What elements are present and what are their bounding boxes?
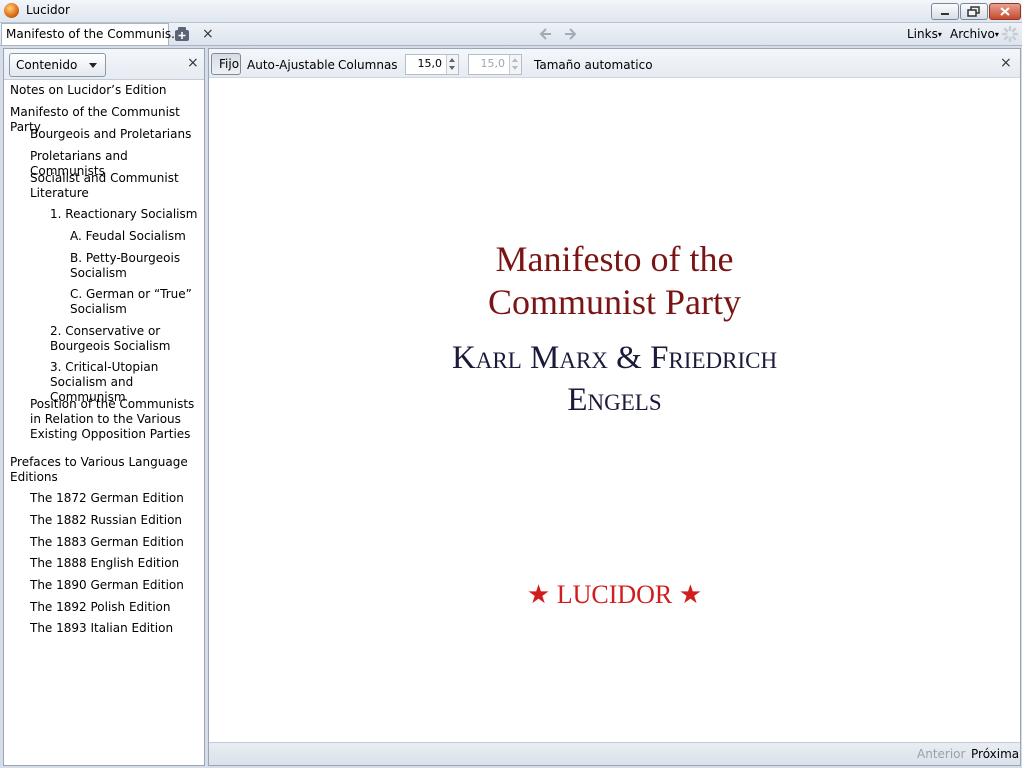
- sidebar: Contenido × Notes on Lucidor’s Edition Ma…: [3, 48, 205, 766]
- toc-item[interactable]: The 1882 Russian Edition: [30, 513, 200, 528]
- book-author: Karl Marx & Friedrich Engels: [209, 337, 1020, 421]
- title-bar: Lucidor: [0, 0, 1022, 23]
- toc-item[interactable]: 2. Conservative or Bourgeois Socialism: [50, 324, 200, 354]
- book-title: Manifesto of the Communist Party: [209, 238, 1020, 324]
- toc-item[interactable]: The 1872 German Edition: [30, 491, 200, 506]
- tab-label: Manifesto of the Communis...: [6, 27, 183, 41]
- links-menu[interactable]: Links▾: [907, 27, 942, 41]
- title-line: Manifesto of the: [495, 239, 734, 279]
- imprint-label: LUCIDOR: [556, 580, 673, 609]
- close-toolbar-icon[interactable]: ×: [1000, 55, 1012, 71]
- window-title: Lucidor: [26, 3, 70, 17]
- new-tab-icon[interactable]: [174, 26, 190, 45]
- up-arrow-icon[interactable]: [449, 58, 455, 62]
- tab-document[interactable]: Manifesto of the Communis...: [1, 23, 183, 45]
- author-line: Engels: [567, 382, 662, 418]
- down-arrow-icon[interactable]: [449, 66, 455, 70]
- toc-item[interactable]: C. German or “True” Socialism: [70, 287, 200, 317]
- toc-item[interactable]: The 1890 German Edition: [30, 578, 200, 593]
- columns-button[interactable]: Columnas: [338, 58, 398, 72]
- document-page: Manifesto of the Communist Party Karl Ma…: [209, 78, 1020, 742]
- fixed-layout-toggle[interactable]: Fijo: [211, 53, 241, 75]
- page-nav-bar: Anterior Próxima: [209, 742, 1020, 765]
- stepper-arrows[interactable]: [446, 55, 458, 74]
- author-line: Karl Marx & Friedrich: [451, 340, 778, 376]
- size-stepper[interactable]: [405, 54, 459, 75]
- loading-spinner-icon: [1001, 25, 1019, 46]
- toc-item[interactable]: Prefaces to Various Language Editions: [10, 455, 200, 485]
- next-page-button[interactable]: Próxima: [971, 747, 1019, 761]
- column-size-input: [471, 56, 505, 71]
- toc-item[interactable]: A. Feudal Socialism: [70, 229, 200, 244]
- up-arrow-icon: [512, 58, 518, 62]
- toc-item[interactable]: The 1893 Italian Edition: [30, 621, 200, 636]
- archivo-menu[interactable]: Archivo▾: [950, 27, 999, 41]
- toc-item[interactable]: Socialist and Communist Literature: [30, 171, 200, 201]
- toc-item[interactable]: Position of the Communists in Relation t…: [30, 397, 200, 442]
- close-tab-icon[interactable]: ×: [202, 26, 214, 42]
- auto-fit-button[interactable]: Auto-Ajustable: [247, 58, 335, 72]
- stepper-arrows-disabled: [509, 55, 521, 74]
- toc-item[interactable]: The 1883 German Edition: [30, 535, 200, 550]
- previous-page-button[interactable]: Anterior: [917, 747, 965, 761]
- view-toolbar: Fijo Auto-Ajustable Columnas Tamaño auto…: [209, 49, 1020, 78]
- document-viewer: Fijo Auto-Ajustable Columnas Tamaño auto…: [208, 48, 1021, 766]
- tab-bar: Manifesto of the Communis... × Links▾ Ar…: [0, 23, 1022, 46]
- close-sidebar-icon[interactable]: ×: [187, 56, 199, 70]
- toc-item[interactable]: B. Petty-Bourgeois Socialism: [70, 251, 200, 281]
- close-window-button[interactable]: [989, 3, 1021, 20]
- toc-item[interactable]: 1. Reactionary Socialism: [50, 207, 200, 222]
- size-input[interactable]: [408, 56, 442, 71]
- forward-arrow-icon[interactable]: [563, 27, 577, 44]
- dropdown-label: Contenido: [16, 58, 78, 72]
- minimize-button[interactable]: [931, 3, 959, 20]
- column-size-stepper: [468, 54, 522, 75]
- star-icon: ★: [678, 580, 703, 609]
- toc-item[interactable]: Notes on Lucidor’s Edition: [10, 83, 200, 98]
- back-arrow-icon[interactable]: [539, 27, 553, 44]
- title-line: Communist Party: [487, 282, 742, 322]
- restore-button[interactable]: [960, 3, 988, 20]
- toc-item[interactable]: The 1888 English Edition: [30, 556, 200, 571]
- auto-size-button[interactable]: Tamaño automatico: [534, 58, 653, 72]
- app-icon: [4, 3, 19, 18]
- chevron-down-icon: [89, 63, 97, 68]
- sidebar-header: Contenido ×: [4, 49, 204, 80]
- down-arrow-icon: [512, 66, 518, 70]
- contents-dropdown[interactable]: Contenido: [9, 53, 106, 77]
- star-icon: ★: [526, 580, 551, 609]
- toc-item[interactable]: The 1892 Polish Edition: [30, 600, 200, 615]
- toc-item[interactable]: Bourgeois and Proletarians: [30, 127, 200, 142]
- publisher-imprint: ★ LUCIDOR ★: [209, 580, 1020, 610]
